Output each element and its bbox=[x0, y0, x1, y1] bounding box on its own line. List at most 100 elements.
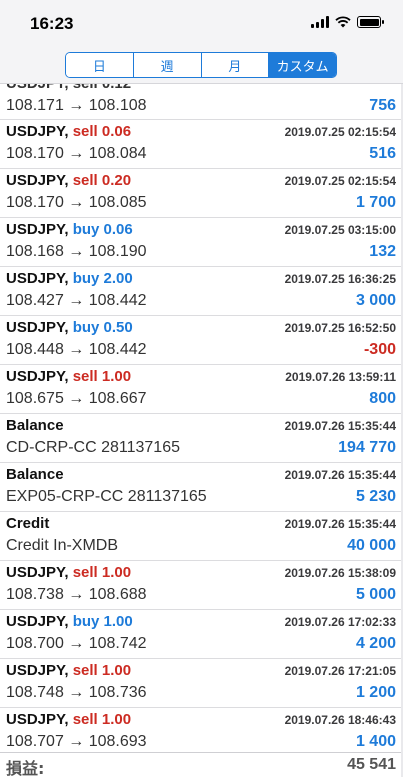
list-item-title: USDJPY, sell 0.06 bbox=[6, 123, 131, 140]
lot-label: 1.00 bbox=[103, 613, 133, 630]
list-item[interactable]: USDJPY, buy 1.00 2019.07.26 17:02:33 108.7… bbox=[0, 610, 403, 659]
list-item-price: 108.171 → 108.108 bbox=[6, 97, 147, 114]
side-label: sell bbox=[72, 172, 98, 189]
list-item-detail: CD-CRP-CC 281137165 bbox=[6, 439, 180, 456]
history-list[interactable]: USDJPY, sell 0.12 108.171 → 108.108 756 … bbox=[0, 84, 403, 752]
list-item-profit: 1 700 bbox=[355, 194, 396, 211]
list-item[interactable]: USDJPY, sell 1.00 2019.07.26 17:21:05 108.… bbox=[0, 659, 403, 708]
list-item-profit: 1 400 bbox=[355, 733, 396, 750]
list-item-detail: 108.168 → 108.190 bbox=[6, 243, 147, 260]
list-item-detail: 108.738 → 108.688 bbox=[6, 586, 147, 603]
list-item-title: USDJPY, buy 0.06 bbox=[6, 221, 133, 238]
symbol-label: USDJPY, bbox=[6, 368, 69, 385]
total-value: 45 541 bbox=[347, 756, 396, 773]
lot-label: 0.06 bbox=[101, 123, 132, 140]
symbol-label: USDJPY, bbox=[6, 711, 69, 728]
status-time: 16:23 bbox=[30, 14, 74, 33]
list-item-date: 2019.07.25 16:36:25 bbox=[284, 272, 396, 286]
list-item[interactable]: Credit 2019.07.26 15:35:44 Credit In-XMDB 4… bbox=[0, 512, 403, 561]
list-item-date: 2019.07.26 13:59:11 bbox=[285, 370, 396, 384]
list-item-date: 2019.07.26 15:35:44 bbox=[284, 468, 396, 482]
segment-2[interactable]: 月 bbox=[201, 53, 270, 77]
lot-label: 2.00 bbox=[103, 270, 133, 287]
list-item[interactable]: Balance 2019.07.26 15:35:44 CD-CRP-CC 2811… bbox=[0, 414, 403, 463]
list-item-detail: 108.707 → 108.693 bbox=[6, 733, 147, 750]
list-item-date: 2019.07.26 15:35:44 bbox=[284, 419, 396, 433]
list-item-date: 2019.07.26 17:02:33 bbox=[284, 615, 396, 629]
symbol-label: USDJPY, bbox=[6, 221, 69, 238]
list-item-profit: 3 000 bbox=[355, 292, 396, 309]
status-bar: 16:23 bbox=[0, 0, 403, 44]
cellular-signal-icon bbox=[311, 16, 329, 28]
symbol-label: USDJPY, bbox=[6, 270, 69, 287]
list-item-profit: 800 bbox=[369, 390, 396, 407]
list-item-date: 2019.07.26 15:35:44 bbox=[284, 517, 396, 531]
list-item[interactable]: USDJPY, buy 0.06 2019.07.25 03:15:00 108.1… bbox=[0, 218, 403, 267]
list-item-partial[interactable]: USDJPY, sell 0.12 108.171 → 108.108 756 bbox=[0, 84, 403, 120]
symbol-label: USDJPY, bbox=[6, 613, 69, 630]
symbol-label: Credit bbox=[6, 515, 50, 532]
list-item-title: USDJPY, sell 1.00 bbox=[6, 662, 131, 679]
list-item-detail: 108.170 → 108.084 bbox=[6, 145, 147, 162]
list-item-title: Credit bbox=[6, 515, 49, 532]
list-item-date: 2019.07.25 02:15:54 bbox=[284, 125, 396, 139]
period-segmented-control: 日週月カスタム bbox=[65, 52, 337, 78]
lot-label: 1.00 bbox=[101, 711, 132, 728]
list-item[interactable]: USDJPY, sell 1.00 2019.07.26 18:46:43 108.… bbox=[0, 708, 403, 752]
list-item-profit: 40 000 bbox=[347, 537, 396, 554]
symbol-label: Balance bbox=[6, 417, 64, 434]
total-label: 損益: bbox=[6, 759, 45, 777]
list-item[interactable]: Balance 2019.07.26 15:35:44 EXP05-CRP-CC 2… bbox=[0, 463, 403, 512]
lot-label: 0.20 bbox=[101, 172, 132, 189]
segment-1[interactable]: 週 bbox=[133, 53, 202, 77]
side-label: buy bbox=[72, 319, 100, 336]
list-item-title: USDJPY, sell 1.00 bbox=[6, 368, 131, 385]
list-item[interactable]: USDJPY, buy 2.00 2019.07.25 16:36:25 108.4… bbox=[0, 267, 403, 316]
lot-label: 0.06 bbox=[103, 221, 133, 238]
list-item-detail: 108.427 → 108.442 bbox=[6, 292, 147, 309]
list-item-detail: 108.448 → 108.442 bbox=[6, 341, 147, 358]
lot-label: 1.00 bbox=[101, 368, 132, 385]
side-label: sell bbox=[72, 123, 98, 140]
status-icons bbox=[311, 16, 384, 28]
list-item-detail: Credit In-XMDB bbox=[6, 537, 119, 554]
symbol-label: USDJPY, bbox=[6, 662, 69, 679]
list-item[interactable]: USDJPY, buy 0.50 2019.07.25 16:52:50 108.4… bbox=[0, 316, 403, 365]
symbol-label: USDJPY, bbox=[6, 172, 69, 189]
list-item-title: USDJPY, buy 2.00 bbox=[6, 270, 133, 287]
list-item-profit: 194 770 bbox=[338, 439, 396, 456]
list-item-detail: EXP05-CRP-CC 281137165 bbox=[6, 488, 207, 505]
side-label: sell bbox=[72, 711, 98, 728]
list-item-date: 2019.07.25 02:15:54 bbox=[284, 174, 396, 188]
side-label: buy bbox=[72, 221, 100, 238]
list-item[interactable]: USDJPY, sell 0.06 2019.07.25 02:15:54 108.… bbox=[0, 120, 403, 169]
list-item-title: USDJPY, buy 1.00 bbox=[6, 613, 133, 630]
list-item-title: USDJPY, buy 0.50 bbox=[6, 319, 133, 336]
wifi-icon bbox=[335, 16, 351, 28]
side-label: sell bbox=[72, 662, 98, 679]
list-item-profit: -300 bbox=[363, 341, 396, 358]
period-filter-bar: 日週月カスタム bbox=[0, 44, 403, 84]
lot-label: 0.50 bbox=[103, 319, 133, 336]
side-label: sell bbox=[72, 564, 98, 581]
list-item[interactable]: USDJPY, sell 1.00 2019.07.26 15:38:09 108.… bbox=[0, 561, 403, 610]
side-label: sell bbox=[72, 368, 98, 385]
list-item[interactable]: USDJPY, sell 0.20 2019.07.25 02:15:54 108.… bbox=[0, 169, 403, 218]
list-item-profit: 5 230 bbox=[355, 488, 396, 505]
list-item-date: 2019.07.26 17:21:05 bbox=[284, 664, 396, 678]
list-item-title: USDJPY, sell 0.12 bbox=[6, 84, 131, 92]
list-item-title: Balance bbox=[6, 466, 64, 483]
segment-3[interactable]: カスタム bbox=[269, 53, 336, 77]
total-bar: 損益: 45 541 bbox=[0, 752, 403, 777]
segment-0[interactable]: 日 bbox=[66, 53, 134, 77]
list-item-date: 2019.07.25 16:52:50 bbox=[284, 321, 396, 335]
list-item-profit: 756 bbox=[369, 97, 396, 114]
list-item-profit: 5 000 bbox=[355, 586, 396, 603]
list-item[interactable]: USDJPY, sell 1.00 2019.07.26 13:59:11 108.… bbox=[0, 365, 403, 414]
list-item-date: 2019.07.26 15:38:09 bbox=[284, 566, 396, 580]
symbol-label: USDJPY, bbox=[6, 319, 69, 336]
list-item-title: USDJPY, sell 1.00 bbox=[6, 564, 131, 581]
list-item-detail: 108.675 → 108.667 bbox=[6, 390, 147, 407]
symbol-label: Balance bbox=[6, 466, 64, 483]
list-item-detail: 108.170 → 108.085 bbox=[6, 194, 147, 211]
